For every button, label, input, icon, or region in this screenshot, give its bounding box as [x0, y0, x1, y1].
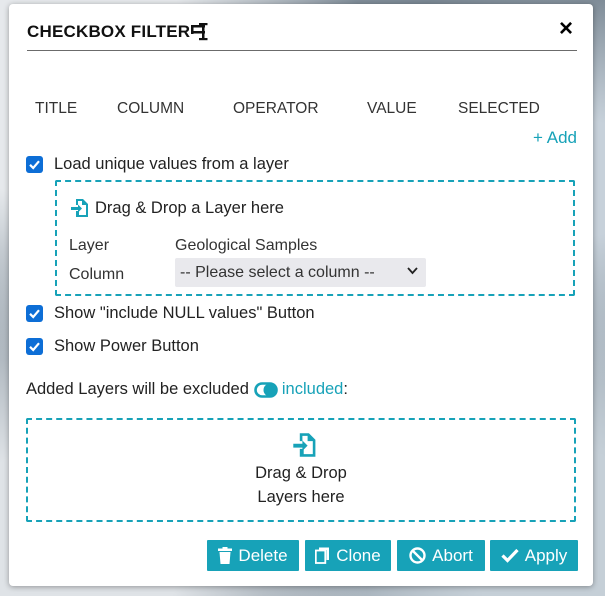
apply-button[interactable]: Apply — [490, 540, 578, 571]
file-import-icon — [293, 433, 316, 457]
clone-button[interactable]: Clone — [305, 540, 391, 571]
exclusion-setting: Added Layers will be excluded included : — [26, 380, 348, 399]
trash-icon — [218, 547, 233, 564]
dialog-header: CHECKBOX FILTER × — [27, 16, 577, 51]
layer-drop-text: Drag & Drop a Layer here — [95, 198, 284, 217]
close-icon[interactable]: × — [555, 17, 577, 41]
filter-table-header: TITLE COLUMN OPERATOR VALUE SELECTED — [9, 100, 593, 120]
checkbox-filter-dialog: CHECKBOX FILTER × TITLE COLUMN OPERATOR … — [9, 4, 593, 586]
delete-label: Delete — [238, 545, 288, 565]
column-header-selected: SELECTED — [458, 100, 540, 117]
layer-drop-zone[interactable]: Drag & Drop a Layer here Layer Geologica… — [55, 180, 575, 296]
clone-label: Clone — [336, 545, 381, 565]
load-unique-label: Load unique values from a layer — [54, 154, 289, 173]
column-header-operator: OPERATOR — [233, 100, 319, 117]
power-button-label: Show Power Button — [54, 336, 199, 355]
chevron-down-icon — [407, 267, 418, 275]
power-button-option[interactable]: Show Power Button — [26, 335, 199, 357]
delete-button[interactable]: Delete — [207, 540, 299, 571]
layers-drop-line1: Drag & Drop — [255, 464, 347, 482]
toggle-icon[interactable] — [254, 381, 278, 398]
column-header-value: VALUE — [367, 100, 417, 117]
exclusion-prefix: Added Layers will be excluded — [26, 380, 249, 398]
exclusion-suffix: : — [343, 380, 348, 398]
dialog-title: CHECKBOX FILTER — [27, 22, 191, 41]
include-null-label: Show "include NULL values" Button — [54, 303, 315, 322]
ban-icon — [409, 547, 426, 564]
apply-label: Apply — [524, 545, 568, 565]
layers-drop-line2: Layers here — [257, 488, 345, 506]
column-header-title: TITLE — [35, 100, 78, 117]
filter-settings-icon — [191, 23, 208, 41]
layer-label: Layer — [69, 237, 110, 254]
exclusion-toggle-state[interactable]: included — [282, 380, 343, 399]
column-label: Column — [69, 266, 125, 283]
layers-drop-zone[interactable]: Drag & Drop Layers here — [26, 418, 576, 522]
layer-value: Geological Samples — [175, 237, 318, 254]
power-button-checkbox[interactable] — [26, 337, 43, 355]
load-unique-checkbox[interactable] — [26, 155, 43, 173]
abort-button[interactable]: Abort — [397, 540, 485, 571]
column-header-column: COLUMN — [117, 100, 185, 117]
column-select[interactable]: -- Please select a column -- — [175, 258, 426, 287]
file-import-icon — [71, 199, 88, 217]
load-unique-option[interactable]: Load unique values from a layer — [26, 153, 289, 175]
include-null-option[interactable]: Show "include NULL values" Button — [26, 302, 315, 324]
column-select-value: -- Please select a column -- — [180, 264, 375, 281]
add-filter-link[interactable]: + Add — [533, 128, 577, 148]
copy-icon — [315, 547, 330, 564]
include-null-checkbox[interactable] — [26, 304, 43, 322]
abort-label: Abort — [432, 545, 473, 565]
check-icon — [501, 548, 519, 563]
